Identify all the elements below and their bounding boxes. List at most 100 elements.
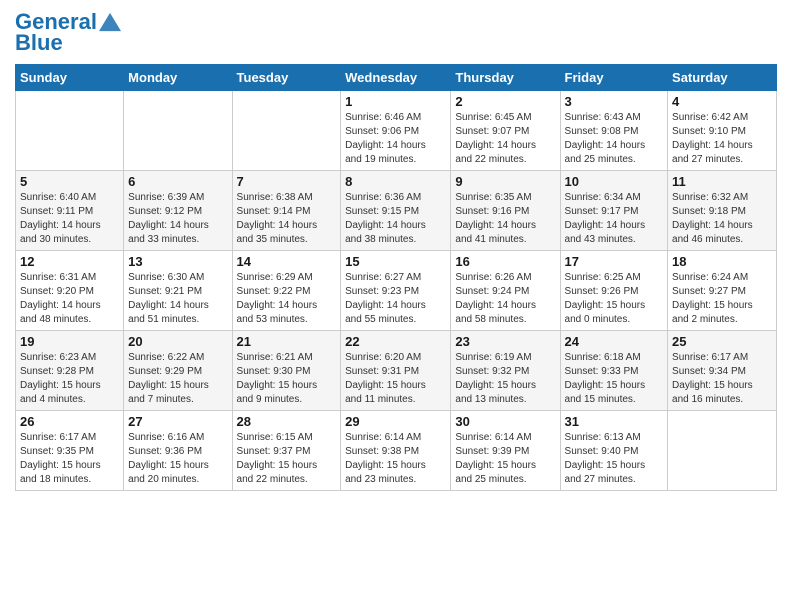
day-cell: 7 Sunrise: 6:38 AM Sunset: 9:14 PM Daylig… <box>232 171 341 251</box>
day-number: 6 <box>128 174 227 189</box>
day-info: Sunrise: 6:22 AM Sunset: 9:29 PM Dayligh… <box>128 351 227 407</box>
day-info: Sunrise: 6:17 AM Sunset: 9:34 PM Dayligh… <box>672 351 772 407</box>
day-cell: 10 Sunrise: 6:34 AM Sunset: 9:17 PM Dayli… <box>560 171 668 251</box>
day-cell: 30Sunrise: 6:14 AM Sunset: 9:39 PM Dayli… <box>451 411 560 491</box>
logo-icon <box>99 11 121 33</box>
day-info: Sunrise: 6:17 AM Sunset: 9:35 PM Dayligh… <box>20 431 119 487</box>
day-cell: 26Sunrise: 6:17 AM Sunset: 9:35 PM Dayli… <box>16 411 124 491</box>
day-number: 24 <box>565 334 664 349</box>
day-info: Sunrise: 6:15 AM Sunset: 9:37 PM Dayligh… <box>237 431 337 487</box>
day-number: 12 <box>20 254 119 269</box>
day-info: Sunrise: 6:24 AM Sunset: 9:27 PM Dayligh… <box>672 271 772 327</box>
day-cell: 12 Sunrise: 6:31 AM Sunset: 9:20 PM Dayli… <box>16 251 124 331</box>
day-number: 30 <box>455 414 555 429</box>
day-info: Sunrise: 6:34 AM Sunset: 9:17 PM Dayligh… <box>565 191 664 247</box>
day-cell: 18Sunrise: 6:24 AM Sunset: 9:27 PM Dayli… <box>668 251 777 331</box>
header: General Blue <box>15 10 777 56</box>
day-info: Sunrise: 6:23 AM Sunset: 9:28 PM Dayligh… <box>20 351 119 407</box>
day-info: Sunrise: 6:19 AM Sunset: 9:32 PM Dayligh… <box>455 351 555 407</box>
day-number: 11 <box>672 174 772 189</box>
day-number: 3 <box>565 94 664 109</box>
day-number: 16 <box>455 254 555 269</box>
day-cell: 13 Sunrise: 6:30 AM Sunset: 9:21 PM Dayli… <box>124 251 232 331</box>
day-cell: 2 Sunrise: 6:45 AM Sunset: 9:07 PM Daylig… <box>451 91 560 171</box>
weekday-friday: Friday <box>560 65 668 91</box>
day-number: 7 <box>237 174 337 189</box>
day-number: 15 <box>345 254 446 269</box>
day-cell: 19 Sunrise: 6:23 AM Sunset: 9:28 PM Dayli… <box>16 331 124 411</box>
day-info: Sunrise: 6:32 AM Sunset: 9:18 PM Dayligh… <box>672 191 772 247</box>
weekday-wednesday: Wednesday <box>341 65 451 91</box>
day-info: Sunrise: 6:27 AM Sunset: 9:23 PM Dayligh… <box>345 271 446 327</box>
day-number: 20 <box>128 334 227 349</box>
week-row-0: 1 Sunrise: 6:46 AM Sunset: 9:06 PM Daylig… <box>16 91 777 171</box>
day-info: Sunrise: 6:18 AM Sunset: 9:33 PM Dayligh… <box>565 351 664 407</box>
day-info: Sunrise: 6:45 AM Sunset: 9:07 PM Dayligh… <box>455 111 555 167</box>
calendar: SundayMondayTuesdayWednesdayThursdayFrid… <box>15 64 777 491</box>
day-info: Sunrise: 6:30 AM Sunset: 9:21 PM Dayligh… <box>128 271 227 327</box>
day-number: 1 <box>345 94 446 109</box>
day-info: Sunrise: 6:40 AM Sunset: 9:11 PM Dayligh… <box>20 191 119 247</box>
week-row-4: 26Sunrise: 6:17 AM Sunset: 9:35 PM Dayli… <box>16 411 777 491</box>
day-cell: 3 Sunrise: 6:43 AM Sunset: 9:08 PM Daylig… <box>560 91 668 171</box>
weekday-monday: Monday <box>124 65 232 91</box>
day-number: 10 <box>565 174 664 189</box>
day-cell: 29Sunrise: 6:14 AM Sunset: 9:38 PM Dayli… <box>341 411 451 491</box>
day-cell <box>124 91 232 171</box>
weekday-thursday: Thursday <box>451 65 560 91</box>
day-info: Sunrise: 6:25 AM Sunset: 9:26 PM Dayligh… <box>565 271 664 327</box>
day-info: Sunrise: 6:35 AM Sunset: 9:16 PM Dayligh… <box>455 191 555 247</box>
day-cell: 8Sunrise: 6:36 AM Sunset: 9:15 PM Daylig… <box>341 171 451 251</box>
day-cell <box>16 91 124 171</box>
day-info: Sunrise: 6:31 AM Sunset: 9:20 PM Dayligh… <box>20 271 119 327</box>
day-cell: 23 Sunrise: 6:19 AM Sunset: 9:32 PM Dayli… <box>451 331 560 411</box>
day-info: Sunrise: 6:13 AM Sunset: 9:40 PM Dayligh… <box>565 431 664 487</box>
weekday-row: SundayMondayTuesdayWednesdayThursdayFrid… <box>16 65 777 91</box>
day-cell: 9 Sunrise: 6:35 AM Sunset: 9:16 PM Daylig… <box>451 171 560 251</box>
day-cell: 31 Sunrise: 6:13 AM Sunset: 9:40 PM Dayli… <box>560 411 668 491</box>
day-info: Sunrise: 6:46 AM Sunset: 9:06 PM Dayligh… <box>345 111 446 167</box>
day-cell: 11 Sunrise: 6:32 AM Sunset: 9:18 PM Dayli… <box>668 171 777 251</box>
weekday-sunday: Sunday <box>16 65 124 91</box>
day-cell <box>232 91 341 171</box>
calendar-body: 1 Sunrise: 6:46 AM Sunset: 9:06 PM Daylig… <box>16 91 777 491</box>
day-info: Sunrise: 6:39 AM Sunset: 9:12 PM Dayligh… <box>128 191 227 247</box>
day-number: 19 <box>20 334 119 349</box>
day-cell: 17 Sunrise: 6:25 AM Sunset: 9:26 PM Dayli… <box>560 251 668 331</box>
day-number: 9 <box>455 174 555 189</box>
day-number: 4 <box>672 94 772 109</box>
week-row-2: 12 Sunrise: 6:31 AM Sunset: 9:20 PM Dayli… <box>16 251 777 331</box>
day-number: 2 <box>455 94 555 109</box>
day-number: 27 <box>128 414 227 429</box>
day-info: Sunrise: 6:21 AM Sunset: 9:30 PM Dayligh… <box>237 351 337 407</box>
day-number: 13 <box>128 254 227 269</box>
day-cell: 4 Sunrise: 6:42 AM Sunset: 9:10 PM Daylig… <box>668 91 777 171</box>
weekday-tuesday: Tuesday <box>232 65 341 91</box>
day-number: 17 <box>565 254 664 269</box>
day-cell: 20 Sunrise: 6:22 AM Sunset: 9:29 PM Dayli… <box>124 331 232 411</box>
day-info: Sunrise: 6:38 AM Sunset: 9:14 PM Dayligh… <box>237 191 337 247</box>
day-number: 25 <box>672 334 772 349</box>
day-number: 29 <box>345 414 446 429</box>
day-cell: 14 Sunrise: 6:29 AM Sunset: 9:22 PM Dayli… <box>232 251 341 331</box>
day-cell: 5Sunrise: 6:40 AM Sunset: 9:11 PM Daylig… <box>16 171 124 251</box>
day-number: 14 <box>237 254 337 269</box>
day-cell: 28 Sunrise: 6:15 AM Sunset: 9:37 PM Dayli… <box>232 411 341 491</box>
day-cell: 25 Sunrise: 6:17 AM Sunset: 9:34 PM Dayli… <box>668 331 777 411</box>
day-info: Sunrise: 6:20 AM Sunset: 9:31 PM Dayligh… <box>345 351 446 407</box>
day-info: Sunrise: 6:36 AM Sunset: 9:15 PM Dayligh… <box>345 191 446 247</box>
day-cell: 27Sunrise: 6:16 AM Sunset: 9:36 PM Dayli… <box>124 411 232 491</box>
day-cell: 21Sunrise: 6:21 AM Sunset: 9:30 PM Dayli… <box>232 331 341 411</box>
day-number: 31 <box>565 414 664 429</box>
day-info: Sunrise: 6:42 AM Sunset: 9:10 PM Dayligh… <box>672 111 772 167</box>
day-cell: 22Sunrise: 6:20 AM Sunset: 9:31 PM Dayli… <box>341 331 451 411</box>
day-info: Sunrise: 6:29 AM Sunset: 9:22 PM Dayligh… <box>237 271 337 327</box>
calendar-header: SundayMondayTuesdayWednesdayThursdayFrid… <box>16 65 777 91</box>
day-info: Sunrise: 6:43 AM Sunset: 9:08 PM Dayligh… <box>565 111 664 167</box>
day-cell: 16 Sunrise: 6:26 AM Sunset: 9:24 PM Dayli… <box>451 251 560 331</box>
day-info: Sunrise: 6:26 AM Sunset: 9:24 PM Dayligh… <box>455 271 555 327</box>
weekday-saturday: Saturday <box>668 65 777 91</box>
day-number: 28 <box>237 414 337 429</box>
week-row-3: 19 Sunrise: 6:23 AM Sunset: 9:28 PM Dayli… <box>16 331 777 411</box>
day-number: 23 <box>455 334 555 349</box>
